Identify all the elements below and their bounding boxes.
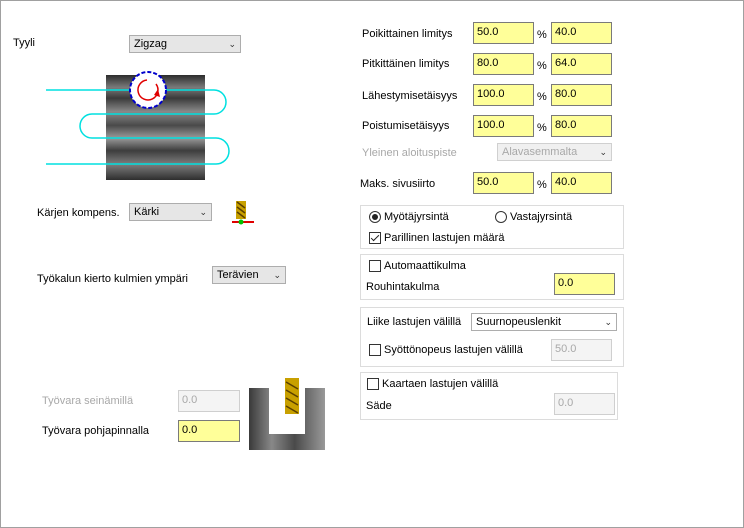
edge-comp-value: Kärki bbox=[134, 206, 160, 218]
move-between-value: Suurnopeuslenkit bbox=[476, 316, 562, 328]
row-label: Pitkittäinen limitys bbox=[362, 58, 450, 70]
chevron-down-icon: ⌄ bbox=[273, 270, 281, 280]
percent-label: % bbox=[537, 60, 547, 72]
auto-angle-label: Automaattikulma bbox=[384, 260, 466, 272]
percent-label: % bbox=[537, 91, 547, 103]
cross-overlap-percent-input[interactable]: 40.0 bbox=[551, 22, 612, 44]
percent-label: % bbox=[537, 29, 547, 41]
cross-overlap-input[interactable]: 50.0 bbox=[473, 22, 534, 44]
climb-label: Myötäjyrsintä bbox=[384, 211, 449, 223]
tool-tip-icon bbox=[232, 201, 254, 225]
corner-value: Terävien bbox=[217, 269, 259, 281]
chevron-down-icon: ⌄ bbox=[604, 317, 612, 327]
style-select[interactable]: Zigzag ⌄ bbox=[129, 35, 241, 53]
radius-input[interactable]: 0.0 bbox=[554, 393, 615, 415]
edge-comp-label: Kärjen kompens. bbox=[37, 207, 120, 219]
even-passes-label: Parillinen lastujen määrä bbox=[384, 232, 505, 244]
long-overlap-input[interactable]: 80.0 bbox=[473, 53, 534, 75]
row-label: Lähestymisetäisyys bbox=[362, 90, 458, 102]
approach-distance-percent-input[interactable]: 80.0 bbox=[551, 84, 612, 106]
wall-stock-label: Työvara seinämillä bbox=[42, 395, 134, 407]
wall-stock-input[interactable]: 0.0 bbox=[178, 390, 240, 412]
start-point-value: Alavasemmalta bbox=[502, 146, 578, 158]
start-point-select[interactable]: Alavasemmalta ⌄ bbox=[497, 143, 612, 161]
feed-between-input[interactable]: 50.0 bbox=[551, 339, 612, 361]
long-overlap-percent-input[interactable]: 64.0 bbox=[551, 53, 612, 75]
row-label: Poikittainen limitys bbox=[362, 28, 453, 40]
zigzag-preview-image bbox=[46, 71, 230, 180]
exit-distance-input[interactable]: 100.0 bbox=[473, 115, 534, 137]
conventional-radio[interactable] bbox=[495, 211, 507, 223]
floor-stock-input[interactable]: 0.0 bbox=[178, 420, 240, 442]
exit-distance-percent-input[interactable]: 80.0 bbox=[551, 115, 612, 137]
percent-label: % bbox=[537, 122, 547, 134]
rough-angle-label: Rouhintakulma bbox=[366, 281, 440, 293]
max-side-label: Maks. sivusiirto bbox=[360, 178, 436, 190]
arc-between-checkbox[interactable] bbox=[367, 378, 379, 390]
radius-label: Säde bbox=[366, 400, 392, 412]
feed-between-checkbox[interactable] bbox=[369, 344, 381, 356]
max-side-percent-input[interactable]: 40.0 bbox=[551, 172, 612, 194]
auto-angle-checkbox[interactable] bbox=[369, 260, 381, 272]
start-point-label: Yleinen aloituspiste bbox=[362, 147, 457, 159]
move-between-select[interactable]: Suurnopeuslenkit ⌄ bbox=[471, 313, 617, 331]
chevron-down-icon: ⌄ bbox=[228, 39, 236, 49]
percent-label: % bbox=[537, 179, 547, 191]
edge-comp-select[interactable]: Kärki ⌄ bbox=[129, 203, 212, 221]
chevron-down-icon: ⌄ bbox=[199, 207, 207, 217]
floor-stock-label: Työvara pohjapinnalla bbox=[42, 425, 150, 437]
approach-distance-input[interactable]: 100.0 bbox=[473, 84, 534, 106]
max-side-input[interactable]: 50.0 bbox=[473, 172, 534, 194]
corner-label: Työkalun kierto kulmien ympäri bbox=[37, 273, 189, 285]
corner-select[interactable]: Terävien ⌄ bbox=[212, 266, 286, 284]
style-select-value: Zigzag bbox=[134, 38, 168, 50]
tool-circle bbox=[129, 71, 167, 109]
move-between-label: Liike lastujen välillä bbox=[367, 316, 462, 328]
climb-radio[interactable] bbox=[369, 211, 381, 223]
style-label: Tyyli bbox=[13, 37, 35, 49]
row-label: Poistumisetäisyys bbox=[362, 120, 450, 132]
feed-between-label: Syöttönopeus lastujen välillä bbox=[384, 344, 523, 356]
even-passes-checkbox[interactable] bbox=[369, 232, 381, 244]
conventional-label: Vastajyrsintä bbox=[510, 211, 573, 223]
arc-between-label: Kaartaen lastujen välillä bbox=[382, 378, 499, 390]
rough-angle-input[interactable]: 0.0 bbox=[554, 273, 615, 295]
chevron-down-icon: ⌄ bbox=[599, 147, 607, 157]
stock-preview-image bbox=[249, 378, 325, 450]
